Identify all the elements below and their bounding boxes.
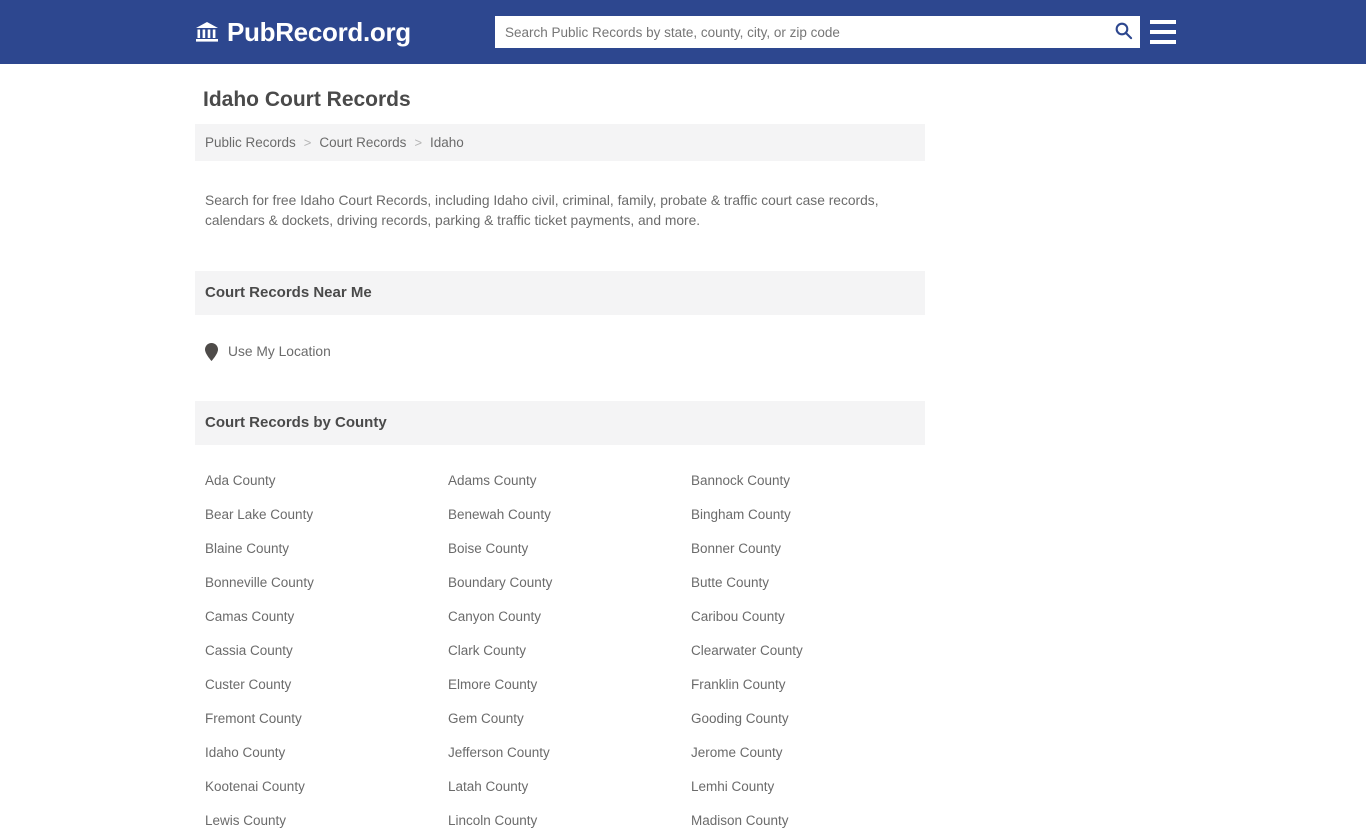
county-link[interactable]: Madison County: [691, 813, 934, 828]
county-link[interactable]: Elmore County: [448, 677, 691, 692]
county-link[interactable]: Boundary County: [448, 575, 691, 590]
brand-logo-link[interactable]: PubRecord.org: [195, 17, 411, 48]
county-link[interactable]: Gooding County: [691, 711, 934, 726]
section-title-near-me: Court Records Near Me: [205, 283, 372, 301]
breadcrumb-separator-1: >: [303, 135, 312, 150]
county-link[interactable]: Canyon County: [448, 609, 691, 624]
county-link[interactable]: Latah County: [448, 779, 691, 794]
breadcrumb-item-court-records[interactable]: Court Records: [319, 135, 406, 150]
county-link[interactable]: Gem County: [448, 711, 691, 726]
county-link[interactable]: Lemhi County: [691, 779, 934, 794]
use-my-location-link[interactable]: Use My Location: [228, 344, 331, 359]
bank-building-icon: [195, 20, 219, 44]
county-link[interactable]: Adams County: [448, 473, 691, 488]
search-bar: [495, 16, 1140, 48]
breadcrumb-item-idaho: Idaho: [430, 135, 464, 150]
county-link[interactable]: Kootenai County: [205, 779, 448, 794]
hamburger-menu-button[interactable]: [1150, 20, 1176, 44]
county-link[interactable]: Bingham County: [691, 507, 934, 522]
county-link[interactable]: Boise County: [448, 541, 691, 556]
county-link[interactable]: Lewis County: [205, 813, 448, 828]
county-link[interactable]: Jefferson County: [448, 745, 691, 760]
breadcrumb-item-public-records[interactable]: Public Records: [205, 135, 296, 150]
site-header: PubRecord.org: [0, 0, 1366, 64]
section-header-court-records-by-county: Court Records by County: [195, 400, 925, 445]
county-link[interactable]: Clark County: [448, 643, 691, 658]
county-link[interactable]: Blaine County: [205, 541, 448, 556]
county-link[interactable]: Bannock County: [691, 473, 934, 488]
county-link[interactable]: Camas County: [205, 609, 448, 624]
main-content: Idaho Court Records Public Records > Cou…: [195, 64, 925, 828]
county-link[interactable]: Bear Lake County: [205, 507, 448, 522]
county-link[interactable]: Idaho County: [205, 745, 448, 760]
county-link[interactable]: Jerome County: [691, 745, 934, 760]
brand-name: PubRecord.org: [227, 16, 411, 47]
page-description: Search for free Idaho Court Records, inc…: [205, 192, 879, 228]
search-input[interactable]: [495, 16, 1106, 48]
use-my-location-row: Use My Location: [195, 315, 925, 361]
search-icon: [1114, 21, 1133, 43]
search-button[interactable]: [1106, 16, 1140, 48]
county-link[interactable]: Franklin County: [691, 677, 934, 692]
hamburger-menu-icon-bar-1: [1150, 20, 1176, 24]
county-link[interactable]: Custer County: [205, 677, 448, 692]
breadcrumb: Public Records > Court Records > Idaho: [195, 124, 925, 161]
county-link[interactable]: Lincoln County: [448, 813, 691, 828]
hamburger-menu-icon-bar-3: [1150, 40, 1176, 44]
county-link[interactable]: Benewah County: [448, 507, 691, 522]
hamburger-menu-icon-bar-2: [1150, 30, 1176, 34]
county-link[interactable]: Clearwater County: [691, 643, 934, 658]
county-link[interactable]: Cassia County: [205, 643, 448, 658]
county-link[interactable]: Bonneville County: [205, 575, 448, 590]
county-link[interactable]: Ada County: [205, 473, 448, 488]
section-title-by-county: Court Records by County: [205, 413, 387, 431]
section-header-court-records-near-me: Court Records Near Me: [195, 270, 925, 315]
page-title: Idaho Court Records: [203, 88, 411, 111]
county-list: Ada County Adams County Bannock County Bear…: [195, 445, 925, 828]
county-link[interactable]: Fremont County: [205, 711, 448, 726]
map-marker-icon: [205, 342, 218, 361]
county-link[interactable]: Butte County: [691, 575, 934, 590]
breadcrumb-separator-2: >: [414, 135, 423, 150]
county-link[interactable]: Bonner County: [691, 541, 934, 556]
county-link[interactable]: Caribou County: [691, 609, 934, 624]
